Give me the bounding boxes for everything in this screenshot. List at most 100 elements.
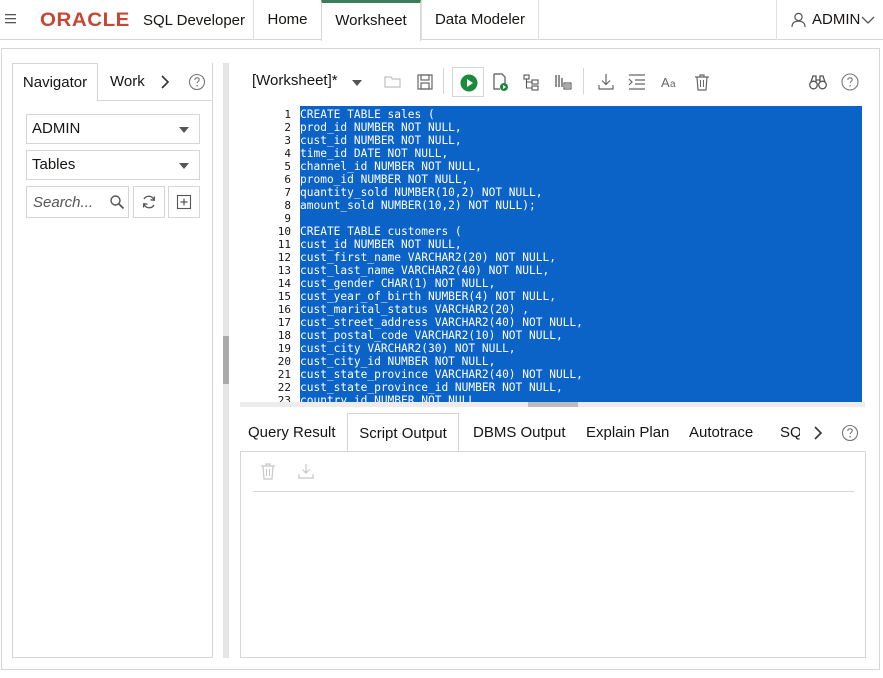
code-line[interactable]: cust_id NUMBER NOT NULL, [300, 238, 462, 251]
code-line[interactable]: cust_city_id NUMBER NOT NULL, [300, 355, 495, 368]
code-line[interactable]: cust_state_province VARCHAR2(40) NOT NUL… [300, 368, 583, 381]
search-icon[interactable] [109, 194, 125, 210]
chevron-down-icon [861, 16, 875, 24]
binoculars-icon[interactable] [808, 72, 828, 92]
line-number: 12 [277, 251, 291, 264]
svg-text:A: A [661, 75, 670, 90]
object-type-select[interactable]: Tables [26, 150, 200, 180]
line-number: 4 [284, 147, 291, 160]
code-line[interactable]: cust_gender CHAR(1) NOT NULL, [300, 277, 495, 290]
scrollbar-thumb[interactable] [528, 402, 578, 407]
line-number: 11 [277, 238, 291, 251]
code-line[interactable]: promo_id NUMBER NOT NULL, [300, 173, 468, 186]
tab-query-result[interactable]: Query Result [248, 413, 336, 452]
tab-sql-history[interactable]: SQ [780, 413, 800, 452]
output-tabs: Query Result Script Output DBMS Output E… [240, 413, 865, 452]
explain-plan-icon[interactable] [522, 72, 542, 92]
save-icon[interactable] [415, 72, 435, 92]
line-number: 16 [277, 303, 291, 316]
line-number: 15 [277, 290, 291, 303]
line-number: 13 [277, 264, 291, 277]
tab-autotrace[interactable]: Autotrace [689, 413, 753, 452]
code-line[interactable]: amount_sold NUMBER(10,2) NOT NULL); [300, 199, 536, 212]
code-line[interactable]: quantity_sold NUMBER(10,2) NOT NULL, [300, 186, 542, 199]
code-area[interactable]: CREATE TABLE sales (prod_id NUMBER NOT N… [300, 106, 862, 402]
line-number: 1 [284, 108, 291, 121]
tab-script-output[interactable]: Script Output [347, 413, 459, 452]
trash-icon[interactable] [692, 72, 712, 92]
run-statement-button[interactable] [452, 67, 484, 97]
tab-worksheet[interactable]: Worksheet [321, 0, 421, 41]
code-line[interactable]: CREATE TABLE sales ( [300, 108, 435, 121]
splitter-handle[interactable] [223, 336, 229, 384]
text-case-icon[interactable]: A a [660, 72, 680, 92]
code-line[interactable]: country_id NUMBER NOT NULL, [300, 394, 482, 402]
chevron-right-icon[interactable] [812, 424, 824, 442]
line-number: 8 [284, 199, 291, 212]
code-line[interactable]: cust_first_name VARCHAR2(20) NOT NULL, [300, 251, 556, 264]
code-line[interactable]: channel_id NUMBER NOT NULL, [300, 160, 482, 173]
autotrace-icon[interactable] [553, 72, 573, 92]
code-line[interactable]: cust_city VARCHAR2(30) NOT NULL, [300, 342, 516, 355]
navigator-search [26, 186, 129, 218]
tab-divider [538, 0, 539, 40]
caret-down-icon [179, 127, 189, 133]
refresh-button[interactable] [133, 186, 165, 218]
hamburger-icon[interactable] [4, 12, 18, 26]
line-number: 6 [284, 173, 291, 186]
format-icon[interactable] [627, 72, 647, 92]
script-output-panel [240, 451, 866, 658]
line-number-gutter: 1 2 3 4 5 6 7 8 9 10 11 12 13 14 15 16 17 18 19 20 21 22 23 [240, 106, 300, 406]
line-number: 20 [277, 355, 291, 368]
worksheet-title[interactable]: [Worksheet]* [252, 72, 338, 89]
svg-text:a: a [670, 79, 676, 90]
chevron-right-icon[interactable] [158, 73, 172, 91]
code-line[interactable]: cust_marital_status VARCHAR2(20) , [300, 303, 529, 316]
download-icon[interactable] [297, 462, 315, 480]
line-number: 19 [277, 342, 291, 355]
tab-data-modeler[interactable]: Data Modeler [421, 0, 538, 40]
tab-explain-plan[interactable]: Explain Plan [586, 413, 669, 452]
download-icon[interactable] [596, 72, 616, 92]
frame-border [1, 669, 880, 670]
tab-home[interactable]: Home [253, 0, 321, 40]
folder-icon[interactable] [383, 72, 403, 92]
navigator-tabs: Navigator Work [12, 63, 213, 101]
user-name: ADMIN [812, 11, 861, 28]
line-number: 21 [277, 368, 291, 381]
line-number: 18 [277, 329, 291, 342]
run-statement-icon [460, 74, 478, 92]
run-script-icon[interactable] [490, 72, 510, 92]
help-icon[interactable] [841, 424, 859, 442]
tab-navigator[interactable]: Navigator [12, 63, 98, 101]
add-button[interactable] [168, 186, 200, 218]
trash-icon[interactable] [259, 461, 277, 481]
schema-select[interactable]: ADMIN [26, 114, 200, 144]
code-line[interactable]: prod_id NUMBER NOT NULL, [300, 121, 462, 134]
refresh-icon [142, 195, 156, 209]
line-number: 22 [277, 381, 291, 394]
tab-dbms-output[interactable]: DBMS Output [473, 413, 566, 452]
help-icon[interactable] [840, 72, 860, 92]
tab-worksheets[interactable]: Work [110, 63, 145, 101]
line-number: 7 [284, 186, 291, 199]
sql-editor[interactable]: 1 2 3 4 5 6 7 8 9 10 11 12 13 14 15 16 17 18 19 20 21 22 23 CR… [240, 106, 865, 406]
code-line[interactable]: CREATE TABLE customers ( [300, 225, 462, 238]
line-number: 5 [284, 160, 291, 173]
code-line[interactable]: cust_street_address VARCHAR2(40) NOT NUL… [300, 316, 583, 329]
code-line[interactable]: cust_id NUMBER NOT NULL, [300, 134, 462, 147]
toolbar-separator [443, 68, 444, 94]
user-menu[interactable]: ADMIN [776, 0, 883, 40]
add-icon [176, 194, 192, 210]
product-name: SQL Developer [143, 12, 245, 29]
code-line[interactable]: cust_state_province_id NUMBER NOT NULL, [300, 381, 563, 394]
code-line[interactable]: cust_postal_code VARCHAR2(10) NOT NULL, [300, 329, 563, 342]
help-icon[interactable] [188, 73, 206, 91]
search-input[interactable] [27, 187, 107, 217]
code-line[interactable]: cust_last_name VARCHAR2(40) NOT NULL, [300, 264, 549, 277]
code-line[interactable]: time_id DATE NOT NULL, [300, 147, 448, 160]
code-line[interactable]: cust_year_of_birth NUMBER(4) NOT NULL, [300, 290, 556, 303]
line-number: 17 [277, 316, 291, 329]
tab-divider [98, 100, 213, 101]
caret-down-icon[interactable] [352, 80, 362, 86]
